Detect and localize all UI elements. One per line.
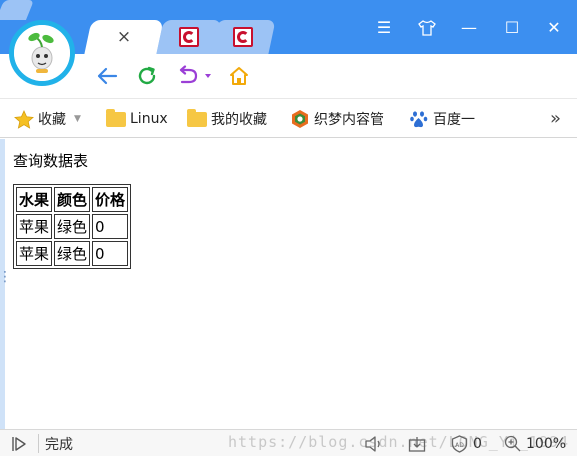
zoom-control[interactable]: 100% [504, 430, 566, 456]
sidebar-toggle-handle[interactable] [0, 139, 12, 429]
data-table: 水果 颜色 价格 苹果 绿色 0 苹果 绿色 0 [13, 184, 132, 269]
bookmark-baidu[interactable]: 百度一 [409, 99, 475, 139]
maximize-icon: ☐ [504, 18, 520, 37]
back-arrow-icon [97, 67, 118, 85]
tab-new-tab[interactable]: × [84, 20, 164, 54]
undo-icon [179, 65, 211, 84]
download-button[interactable] [408, 430, 426, 456]
table-cell: 0 [92, 214, 129, 239]
tab-csdn-2[interactable] [210, 20, 276, 54]
status-text: 完成 [45, 436, 73, 453]
tab-close-icon[interactable]: × [117, 27, 131, 47]
bookmark-my-favorites[interactable]: 我的收藏 [187, 99, 267, 139]
menu-button[interactable]: ☰ [372, 17, 396, 39]
close-icon: ✕ [547, 18, 561, 37]
page-title: 查询数据表 [13, 152, 89, 170]
play-button[interactable] [11, 430, 27, 456]
zoom-level: 100% [526, 435, 567, 452]
tshirt-icon [418, 20, 436, 36]
table-row: 苹果 绿色 0 [16, 214, 129, 239]
table-cell: 苹果 [16, 214, 53, 239]
maximize-button[interactable]: ☐ [500, 17, 524, 39]
csdn-logo-icon [233, 27, 253, 47]
undo-close-button[interactable] [174, 64, 214, 88]
refresh-button[interactable] [135, 64, 159, 88]
adblock-count: 0 [473, 435, 482, 452]
minimize-button[interactable]: — [457, 17, 481, 39]
chevron-down-icon[interactable]: ▼ [74, 114, 81, 124]
svg-text:AD: AD [455, 442, 464, 449]
bookmark-dedecms[interactable]: 织梦内容管 [290, 99, 384, 139]
table-row: 苹果 绿色 0 [16, 241, 129, 266]
baidu-paw-icon [410, 111, 428, 128]
table-cell: 绿色 [54, 214, 91, 239]
column-header: 水果 [16, 187, 53, 212]
bookmarks-bar: 收藏 ▼ Linux 我的收藏 织梦内容管 百度一 » [0, 98, 577, 138]
avatar-mascot-icon [14, 25, 70, 81]
csdn-logo-icon [179, 27, 199, 47]
download-box-icon [408, 436, 426, 452]
adblock-shield-icon: AD [451, 434, 468, 453]
status-divider [38, 434, 39, 453]
bookmark-favorites[interactable]: 收藏 ▼ [14, 99, 81, 139]
skin-button[interactable] [415, 17, 439, 39]
table-header-row: 水果 颜色 价格 [16, 187, 129, 212]
zoom-in-icon [504, 435, 521, 452]
refresh-icon [138, 66, 156, 85]
close-window-button[interactable]: ✕ [542, 17, 566, 39]
column-header: 价格 [92, 187, 129, 212]
bookmark-linux[interactable]: Linux [106, 99, 168, 139]
table-cell: 苹果 [16, 241, 53, 266]
page-content: 查询数据表 水果 颜色 价格 苹果 绿色 0 苹果 绿色 0 [0, 139, 577, 429]
adblock-button[interactable]: AD 0 [451, 430, 482, 456]
status-bar: 完成 https://blog.csdn.net/LONG_Yi_1994 AD… [0, 429, 577, 456]
folder-icon [106, 108, 126, 127]
play-outline-icon [12, 436, 26, 451]
folder-icon [187, 108, 207, 127]
more-bookmarks-icon[interactable]: » [550, 108, 561, 129]
navigation-toolbar [0, 54, 577, 98]
home-button[interactable] [227, 64, 251, 88]
back-button[interactable] [95, 64, 119, 88]
menu-icon: ☰ [376, 18, 392, 37]
minimize-icon: — [461, 18, 477, 37]
star-icon [14, 109, 34, 129]
user-avatar[interactable] [9, 20, 75, 86]
table-cell: 0 [92, 241, 129, 266]
table-cell: 绿色 [54, 241, 91, 266]
speaker-icon [365, 435, 380, 452]
home-icon [230, 67, 248, 85]
column-header: 颜色 [54, 187, 91, 212]
dedecms-icon [292, 110, 308, 128]
sound-button[interactable] [365, 430, 383, 456]
